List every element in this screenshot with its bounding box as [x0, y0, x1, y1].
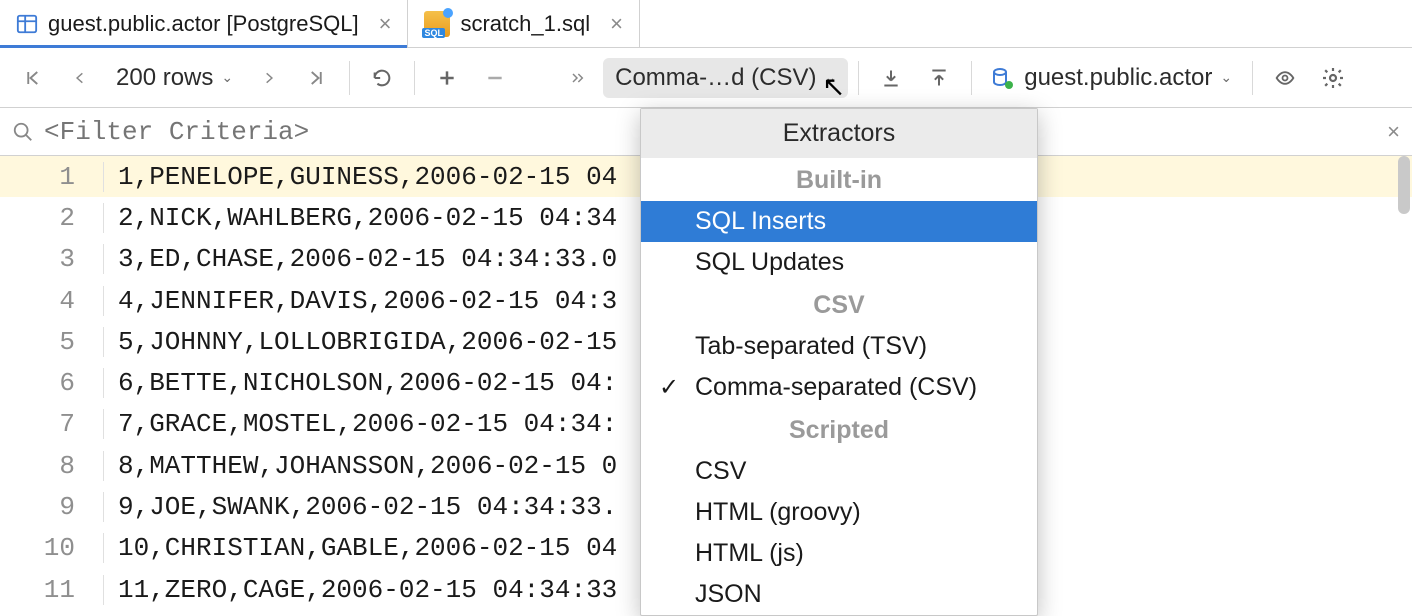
separator [1252, 61, 1253, 95]
row-number: 9 [0, 492, 104, 522]
row-number: 6 [0, 368, 104, 398]
sql-file-icon [424, 11, 450, 37]
view-button[interactable] [1263, 56, 1307, 100]
menu-section-scripted: Scripted [641, 408, 1037, 451]
editor-tabs: guest.public.actor [PostgreSQL] × scratc… [0, 0, 1412, 48]
next-page-button[interactable] [247, 56, 291, 100]
separator [858, 61, 859, 95]
more-actions-button[interactable] [555, 56, 599, 100]
menu-item-sql-updates[interactable]: SQL Updates [641, 242, 1037, 283]
data-toolbar: 200 rows ⌄ Comma-…d (CSV) ⌄ ↖ guest.publ… [0, 48, 1412, 108]
first-page-button[interactable] [10, 56, 54, 100]
row-number: 4 [0, 286, 104, 316]
extractor-label: Comma-…d (CSV) [615, 64, 816, 92]
last-page-button[interactable] [295, 56, 339, 100]
menu-section-csv: CSV [641, 283, 1037, 326]
add-row-button[interactable] [425, 56, 469, 100]
menu-item-sql-inserts[interactable]: SQL Inserts [641, 201, 1037, 242]
row-number: 8 [0, 451, 104, 481]
menu-item-tsv[interactable]: Tab-separated (TSV) [641, 326, 1037, 367]
row-number: 10 [0, 533, 104, 563]
clear-filter-button[interactable]: × [1387, 119, 1400, 145]
export-button[interactable] [869, 56, 913, 100]
reload-button[interactable] [360, 56, 404, 100]
menu-item-html-js[interactable]: HTML (js) [641, 533, 1037, 574]
remove-row-button[interactable] [473, 56, 517, 100]
row-number: 7 [0, 409, 104, 439]
table-icon [16, 13, 38, 35]
separator [349, 61, 350, 95]
chevron-down-icon: ⌄ [1220, 69, 1232, 86]
separator [971, 61, 972, 95]
search-icon [12, 121, 34, 143]
menu-item-csv[interactable]: Comma-separated (CSV) [641, 367, 1037, 408]
menu-section-builtin: Built-in [641, 158, 1037, 201]
tab-actor-table[interactable]: guest.public.actor [PostgreSQL] × [0, 0, 408, 47]
datasource-icon [992, 66, 1016, 90]
tab-scratch-sql[interactable]: scratch_1.sql × [408, 0, 639, 47]
menu-item-html-groovy[interactable]: HTML (groovy) [641, 492, 1037, 533]
tab-label: scratch_1.sql [460, 11, 590, 37]
row-number: 1 [0, 162, 104, 192]
datasource-label: guest.public.actor [1024, 64, 1212, 92]
chevron-down-icon: ⌄ [824, 69, 836, 86]
close-icon[interactable]: × [379, 11, 392, 37]
close-icon[interactable]: × [610, 11, 623, 37]
row-number: 11 [0, 575, 104, 605]
menu-item-scripted-csv[interactable]: CSV [641, 451, 1037, 492]
prev-page-button[interactable] [58, 56, 102, 100]
row-number: 2 [0, 203, 104, 233]
menu-title: Extractors [641, 109, 1037, 158]
tab-label: guest.public.actor [PostgreSQL] [48, 11, 359, 37]
row-count-label: 200 rows [116, 64, 213, 92]
menu-item-json[interactable]: JSON [641, 574, 1037, 615]
extractor-dropdown[interactable]: Comma-…d (CSV) ⌄ [603, 58, 848, 98]
row-number: 5 [0, 327, 104, 357]
chevron-down-icon: ⌄ [221, 69, 233, 86]
row-number: 3 [0, 244, 104, 274]
import-button[interactable] [917, 56, 961, 100]
extractors-menu: Extractors Built-in SQL Inserts SQL Upda… [640, 108, 1038, 616]
settings-button[interactable] [1311, 56, 1355, 100]
row-count-dropdown[interactable]: 200 rows ⌄ [106, 58, 243, 98]
separator [414, 61, 415, 95]
datasource-dropdown[interactable]: guest.public.actor ⌄ [982, 58, 1242, 98]
